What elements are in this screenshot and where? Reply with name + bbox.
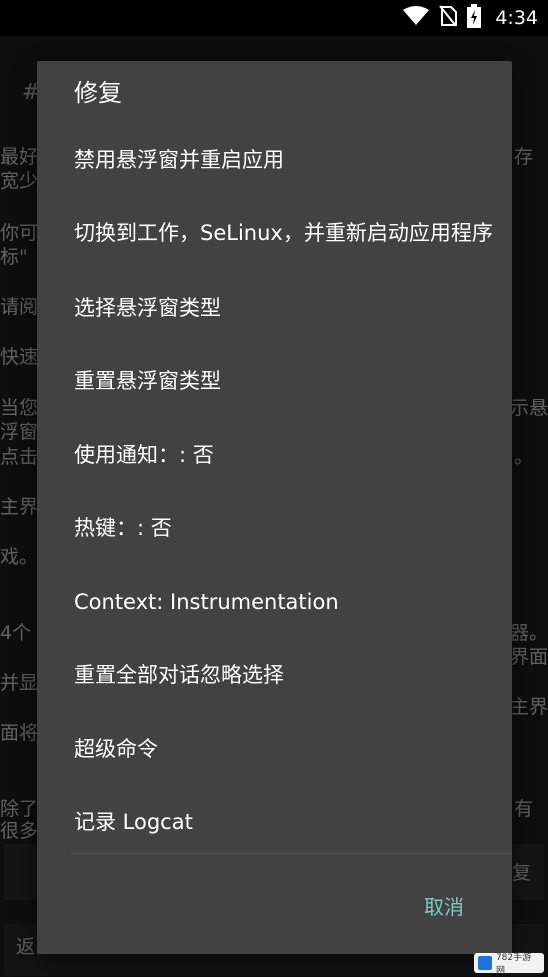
watermark-logo: 782手游网 bbox=[474, 953, 544, 976]
menu-item-label: 选择悬浮窗类型 bbox=[74, 295, 221, 320]
menu-item-label: 重置悬浮窗类型 bbox=[74, 368, 221, 393]
cube-icon bbox=[478, 956, 492, 970]
menu-item-switch-selinux-restart[interactable]: 切换到工作，SeLinux，并重新启动应用程序 bbox=[74, 201, 494, 265]
dialog-divider bbox=[71, 853, 512, 854]
menu-item-label: 记录 Logcat bbox=[74, 809, 193, 834]
menu-item-hotkey[interactable]: 热键：: 否 bbox=[74, 511, 494, 545]
menu-item-context-instrumentation[interactable]: Context: Instrumentation bbox=[74, 585, 494, 619]
menu-item-use-notification[interactable]: 使用通知：: 否 bbox=[74, 438, 494, 472]
menu-item-super-command[interactable]: 超级命令 bbox=[74, 732, 494, 766]
menu-item-disable-overlay-restart[interactable]: 禁用悬浮窗并重启应用 bbox=[74, 143, 494, 177]
wifi-icon bbox=[403, 6, 430, 30]
status-bar: 4:34 bbox=[0, 0, 548, 36]
repair-dialog: 修复 禁用悬浮窗并重启应用 切换到工作，SeLinux，并重新启动应用程序 选择… bbox=[37, 61, 512, 954]
status-icons: 4:34 bbox=[403, 0, 538, 36]
menu-item-reset-overlay-type[interactable]: 重置悬浮窗类型 bbox=[74, 364, 494, 398]
menu-item-label: 超级命令 bbox=[74, 736, 158, 761]
menu-item-label: Context: Instrumentation bbox=[74, 589, 339, 614]
menu-item-label: 热键：: 否 bbox=[74, 515, 172, 540]
watermark-text: 782手游网 bbox=[495, 953, 532, 976]
menu-item-reset-dialog-ignore[interactable]: 重置全部对话忽略选择 bbox=[74, 658, 494, 692]
status-time: 4:34 bbox=[495, 7, 538, 29]
cancel-button[interactable]: 取消 bbox=[424, 887, 464, 924]
menu-item-label: 使用通知：: 否 bbox=[74, 442, 214, 467]
no-sim-icon bbox=[439, 5, 458, 31]
menu-item-select-overlay-type[interactable]: 选择悬浮窗类型 bbox=[74, 291, 494, 325]
menu-item-label: 切换到工作，SeLinux，并重新启动应用程序 bbox=[74, 220, 493, 245]
menu-item-label: 禁用悬浮窗并重启应用 bbox=[74, 147, 284, 172]
dialog-title: 修复 bbox=[74, 79, 122, 107]
menu-item-label: 重置全部对话忽略选择 bbox=[74, 662, 284, 687]
battery-charging-icon bbox=[467, 4, 482, 32]
menu-item-record-logcat[interactable]: 记录 Logcat bbox=[74, 805, 494, 839]
